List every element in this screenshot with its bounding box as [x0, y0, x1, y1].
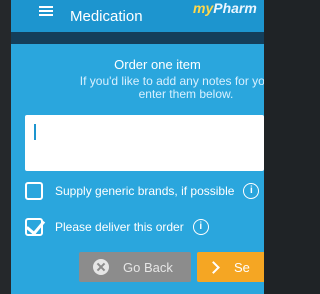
generic-brands-label: Supply generic brands, if possible	[55, 184, 235, 198]
generic-brands-checkbox[interactable]	[25, 182, 43, 200]
page-title: Medication	[70, 8, 143, 25]
go-back-label: Go Back	[123, 259, 173, 275]
close-circle-icon	[93, 259, 109, 275]
brand-logo-prefix: my	[193, 0, 214, 16]
brand-logo: myPharm	[193, 0, 257, 16]
hamburger-menu-icon[interactable]	[39, 6, 53, 16]
text-cursor	[34, 124, 36, 140]
order-subtitle-line2: enter them below.	[138, 87, 234, 101]
send-button[interactable]: Se	[197, 252, 264, 282]
order-heading: Order one item	[114, 57, 201, 72]
app-bar: Medication myPharm	[11, 0, 264, 32]
order-subtitle: If you'd like to add any notes for your …	[36, 75, 264, 101]
generic-brands-option[interactable]: Supply generic brands, if possible i	[25, 179, 260, 203]
notes-input[interactable]	[25, 115, 264, 171]
go-back-button[interactable]: Go Back	[79, 252, 191, 282]
send-label: Se	[234, 259, 250, 275]
info-icon[interactable]: i	[192, 219, 209, 235]
deliver-order-label: Please deliver this order	[55, 220, 184, 234]
brand-logo-suffix: Pharm	[213, 0, 257, 16]
header-divider	[11, 32, 264, 44]
info-icon[interactable]: i	[243, 183, 260, 199]
deliver-order-checkbox[interactable]	[25, 218, 43, 236]
app-screen: Medication myPharm Order one item If you…	[11, 0, 264, 294]
deliver-order-option[interactable]: Please deliver this order i	[25, 215, 209, 239]
chevron-right-icon	[207, 260, 220, 274]
